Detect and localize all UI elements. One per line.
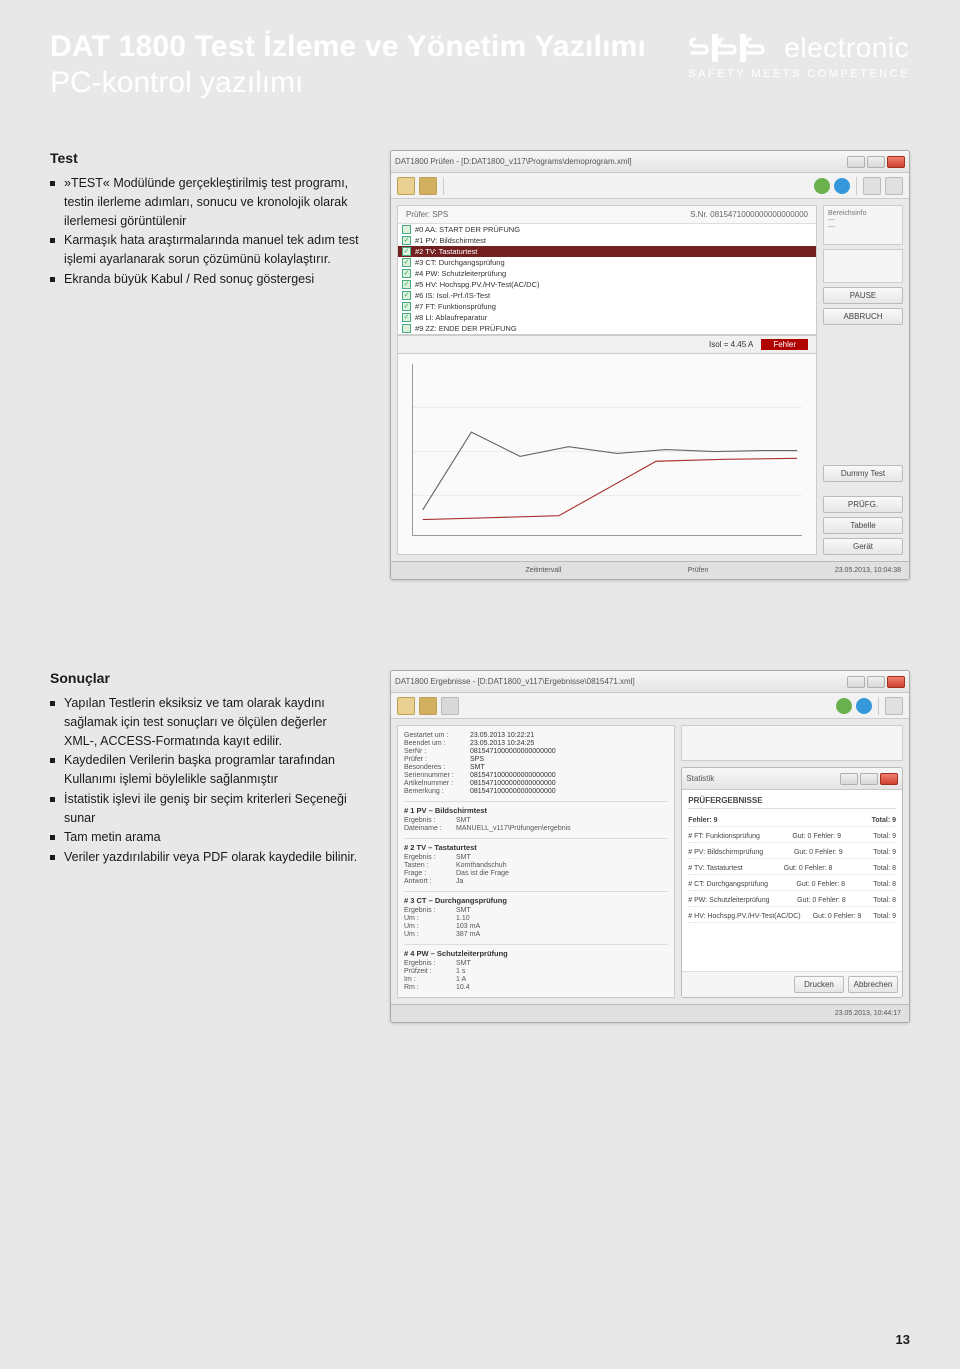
toolbar: [391, 173, 909, 199]
page-header: DAT 1800 Test İzleme ve Yönetim Yazılımı…: [50, 30, 910, 100]
logo-tagline: SAFETY MEETS COMPETENCE: [688, 68, 910, 80]
window-title: DAT1800 Prüfen - [D:DAT1800_v117\Program…: [395, 157, 632, 166]
logo-block: electronic SAFETY MEETS COMPETENCE: [688, 30, 910, 80]
header-left: Prüfer: SPS: [406, 210, 448, 219]
side-info-box: Bereichsinfo------: [823, 205, 903, 245]
section2-heading: Sonuçlar: [50, 670, 360, 686]
check-icon: ✓: [402, 302, 411, 311]
meta-table: Gestartet um :23.05.2013 10:22:21 Beende…: [404, 732, 668, 795]
minimize-button[interactable]: [840, 773, 858, 785]
toolbar-icon[interactable]: [885, 697, 903, 715]
edit-icon[interactable]: [836, 698, 852, 714]
geraet-button[interactable]: Gerät: [823, 538, 903, 555]
step-label: #3 CT: Durchgangsprüfung: [415, 258, 505, 267]
step-label: #0 AA: START DER PRÜFUNG: [415, 225, 520, 234]
list-item: Veriler yazdırılabilir veya PDF olarak k…: [50, 848, 360, 867]
step-label: #8 LI: Ablaufreparatur: [415, 313, 487, 322]
maximize-button[interactable]: [860, 773, 878, 785]
step-label: #7 FT: Funktionsprüfung: [415, 302, 496, 311]
pruefg-button[interactable]: PRÜFG.: [823, 496, 903, 513]
check-icon: ✓: [402, 313, 411, 322]
sub-title: PC-kontrol yazılımı: [50, 66, 646, 100]
print-button[interactable]: Drucken: [794, 976, 844, 993]
section1-list: »TEST« Modülünde gerçekleştirilmiş test …: [50, 174, 360, 289]
screenshot-results-window: DAT1800 Ergebnisse - [D:DAT1800_v117\Erg…: [390, 670, 910, 1023]
minimize-button[interactable]: [847, 676, 865, 688]
pause-button[interactable]: PAUSE: [823, 287, 903, 304]
list-item: Ekranda büyük Kabul / Red sonuç gösterge…: [50, 270, 360, 289]
toolbar-icon[interactable]: [419, 697, 437, 715]
dummy-test-button[interactable]: Dummy Test: [823, 465, 903, 482]
cancel-button[interactable]: Abbrechen: [848, 976, 898, 993]
edit-icon[interactable]: [814, 178, 830, 194]
check-icon: ✓: [402, 247, 411, 256]
list-item: Karmaşık hata araştırmalarında manuel te…: [50, 231, 360, 269]
section2-list: Yapılan Testlerin eksiksiz ve tam olarak…: [50, 694, 360, 867]
check-icon: ✓: [402, 280, 411, 289]
step-label: #9 ZZ: ENDE DER PRÜFUNG: [415, 324, 517, 333]
side-box: [681, 725, 903, 761]
info-icon[interactable]: [834, 178, 850, 194]
status-mid: Prüfen: [688, 567, 709, 574]
list-item: Kaydedilen Verilerin başka programlar ta…: [50, 751, 360, 789]
close-button[interactable]: [880, 773, 898, 785]
step-label: #1 PV: Bildschirmtest: [415, 236, 486, 245]
step-label: #5 HV: Hochspg.PV./HV-Test(AC/DC): [415, 280, 540, 289]
toolbar-icon[interactable]: [397, 697, 415, 715]
step-label: #4 PW: Schutzleiterprüfung: [415, 269, 506, 278]
check-icon: ✓: [402, 291, 411, 300]
toolbar-icon[interactable]: [885, 177, 903, 195]
list-item: »TEST« Modülünde gerçekleştirilmiş test …: [50, 174, 360, 230]
minimize-button[interactable]: [847, 156, 865, 168]
test-step-list: #0 AA: START DER PRÜFUNG ✓ #1 PV: Bildsch…: [398, 224, 816, 335]
step-label: #2 TV: Tastaturtest: [415, 247, 477, 256]
result-value: Isol = 4.45 A: [709, 340, 753, 349]
status-timestamp: 23.05.2013, 10:44:17: [835, 1010, 901, 1017]
status-timestamp: 23.05.2013, 10:04:38: [835, 567, 901, 574]
list-item: İstatistik işlevi ile geniş bir seçim kr…: [50, 790, 360, 828]
statistics-window: Statistik PRÜFERGEBNISSE Feh: [681, 767, 903, 998]
maximize-button[interactable]: [867, 676, 885, 688]
sps-logo-icon: [688, 30, 776, 66]
list-item: Yapılan Testlerin eksiksiz ve tam olarak…: [50, 694, 360, 750]
check-icon: [402, 225, 411, 234]
chart-area: [398, 354, 816, 554]
section1-heading: Test: [50, 150, 360, 166]
toolbar-icon[interactable]: [863, 177, 881, 195]
status-mid: Zeitintervall: [525, 567, 561, 574]
title-block: DAT 1800 Test İzleme ve Yönetim Yazılımı…: [50, 30, 646, 100]
header-right: S.Nr. 0815471000000000000000: [690, 210, 808, 219]
close-button[interactable]: [887, 156, 905, 168]
section-results: Sonuçlar Yapılan Testlerin eksiksiz ve t…: [50, 670, 910, 1023]
main-title: DAT 1800 Test İzleme ve Yönetim Yazılımı: [50, 30, 646, 64]
tabelle-button[interactable]: Tabelle: [823, 517, 903, 534]
close-button[interactable]: [887, 676, 905, 688]
step-label: #6 IS: Isol.-Prf./IS-Test: [415, 291, 490, 300]
result-status: Fehler: [761, 339, 808, 350]
window-title: DAT1800 Ergebnisse - [D:DAT1800_v117\Erg…: [395, 677, 635, 686]
logo-text: electronic: [784, 32, 909, 64]
check-icon: [402, 324, 411, 333]
toolbar-icon[interactable]: [441, 697, 459, 715]
maximize-button[interactable]: [867, 156, 885, 168]
section-test: Test »TEST« Modülünde gerçekleştirilmiş …: [50, 150, 910, 580]
check-icon: ✓: [402, 236, 411, 245]
toolbar: [391, 693, 909, 719]
list-item: Tam metin arama: [50, 828, 360, 847]
check-icon: ✓: [402, 269, 411, 278]
page-number: 13: [896, 1332, 910, 1347]
info-icon[interactable]: [856, 698, 872, 714]
check-icon: ✓: [402, 258, 411, 267]
side-info-box: [823, 249, 903, 283]
toolbar-icon[interactable]: [397, 177, 415, 195]
statistics-heading: PRÜFERGEBNISSE: [688, 796, 896, 809]
inner-title: Statistik: [686, 774, 714, 783]
screenshot-test-window: DAT1800 Prüfen - [D:DAT1800_v117\Program…: [390, 150, 910, 580]
toolbar-icon[interactable]: [419, 177, 437, 195]
abort-button[interactable]: ABBRUCH: [823, 308, 903, 325]
results-detail-panel: Gestartet um :23.05.2013 10:22:21 Beende…: [397, 725, 675, 998]
